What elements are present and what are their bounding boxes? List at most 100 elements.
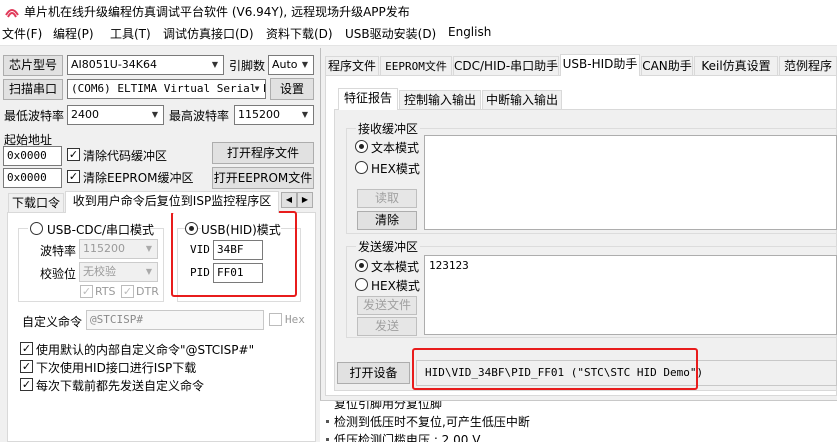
- send-hex-mode-label: HEX模式: [371, 279, 420, 293]
- send-file-button[interactable]: 发送文件: [357, 296, 417, 315]
- send-hex-mode-radio[interactable]: [355, 278, 368, 291]
- tab-can-helper[interactable]: CAN助手: [641, 56, 693, 76]
- highlight-box: [412, 348, 698, 390]
- custom-command-input[interactable]: @STCISP#: [86, 310, 264, 330]
- port-value: (COM6) ELTIMA Virtual Serial P: [71, 82, 266, 95]
- pin-count-label: 引脚数: [229, 59, 266, 73]
- panel-divider: [320, 48, 321, 442]
- tab-program-file[interactable]: 程序文件: [325, 56, 379, 76]
- use-default-command-checkbox[interactable]: ✓: [20, 342, 33, 355]
- pin-count-select[interactable]: Auto ▼: [268, 55, 314, 75]
- send-text-mode-label: 文本模式: [371, 260, 420, 274]
- use-hid-next-checkbox[interactable]: ✓: [20, 360, 33, 373]
- send-text-mode-radio[interactable]: [355, 259, 368, 272]
- max-baud-label: 最高波特率: [169, 109, 230, 123]
- hex-label: Hex: [285, 313, 305, 326]
- dtr-label: DTR: [136, 285, 159, 298]
- subtab-control-io[interactable]: 控制输入输出: [399, 90, 481, 110]
- chevron-down-icon: ▼: [145, 267, 153, 276]
- window-title: 单片机在线升级编程仿真调试平台软件 (V6.94Y), 远程现场升级APP发布: [24, 5, 410, 19]
- settings-button[interactable]: 设置: [270, 78, 314, 100]
- chip-model-select[interactable]: AI8051U-34K64 ▼: [67, 55, 224, 75]
- port-select[interactable]: (COM6) ELTIMA Virtual Serial P ▼: [67, 79, 266, 99]
- receive-buffer-textarea[interactable]: [424, 135, 837, 230]
- recv-text-mode-radio[interactable]: [355, 140, 368, 153]
- clear-code-checkbox[interactable]: ✓: [67, 148, 80, 161]
- tab-examples[interactable]: 范例程序: [779, 56, 837, 76]
- open-device-button[interactable]: 打开设备: [337, 362, 410, 384]
- tab-reset-to-isp[interactable]: 收到用户命令后复位到ISP监控程序区: [65, 191, 279, 213]
- clear-eeprom-checkbox[interactable]: ✓: [67, 170, 80, 183]
- dtr-checkbox[interactable]: ✓: [121, 285, 134, 298]
- menu-bar: 文件(F) 编程(P) 工具(T) 调试仿真接口(D) 资料下载(D) USB驱…: [0, 22, 837, 46]
- tab-download-password[interactable]: 下载口令: [8, 193, 64, 213]
- menu-tools[interactable]: 工具(T): [110, 25, 151, 42]
- baud-select[interactable]: 115200 ▼: [79, 239, 158, 259]
- max-baud-value: 115200: [238, 108, 280, 121]
- chevron-down-icon: ▼: [211, 60, 219, 69]
- menu-downloads[interactable]: 资料下载(D): [266, 25, 333, 42]
- menu-english[interactable]: English: [448, 25, 491, 39]
- parity-label: 校验位: [40, 267, 77, 281]
- log-line: 检测到低压时不复位,可产生低压中断: [334, 415, 530, 429]
- eeprom-address-input[interactable]: 0x0000: [3, 168, 62, 188]
- log-panel[interactable]: 复位引脚用分复位脚 检测到低压时不复位,可产生低压中断 低压检测门槛电压 : 2…: [320, 400, 837, 442]
- bullet-icon: [326, 420, 329, 423]
- tab-cdc-hid-serial[interactable]: CDC/HID-串口助手: [453, 56, 559, 76]
- open-program-file-button[interactable]: 打开程序文件: [212, 142, 314, 164]
- min-baud-select[interactable]: 2400 ▼: [67, 105, 164, 125]
- baud-value: 115200: [83, 242, 125, 255]
- menu-usb-driver[interactable]: USB驱动安装(D): [345, 25, 436, 42]
- tab-usb-hid-helper[interactable]: USB-HID助手: [560, 54, 640, 76]
- tab-scroll-right-icon[interactable]: ▶: [297, 192, 313, 208]
- recv-text-mode-label: 文本模式: [371, 141, 420, 155]
- scan-port-button[interactable]: 扫描串口: [3, 79, 63, 100]
- recv-hex-mode-radio[interactable]: [355, 161, 368, 174]
- min-baud-value: 2400: [71, 108, 99, 121]
- chevron-down-icon: ▼: [254, 84, 260, 93]
- send-before-download-label: 每次下载前都先发送自定义命令: [36, 379, 205, 393]
- recv-hex-mode-label: HEX模式: [371, 162, 420, 176]
- parity-value: 无校验: [83, 265, 116, 278]
- custom-command-label: 自定义命令: [22, 315, 83, 329]
- rts-label: RTS: [95, 285, 116, 298]
- code-address-input[interactable]: 0x0000: [3, 146, 62, 166]
- send-buffer-textarea[interactable]: 123123: [424, 255, 837, 335]
- open-eeprom-file-button[interactable]: 打开EEPROM文件: [212, 167, 314, 189]
- pin-count-value: Auto: [272, 58, 298, 71]
- read-button[interactable]: 读取: [357, 189, 417, 208]
- chip-model-value: AI8051U-34K64: [71, 58, 157, 71]
- parity-select[interactable]: 无校验 ▼: [79, 262, 158, 282]
- use-hid-next-label: 下次使用HID接口进行ISP下载: [36, 361, 197, 375]
- chevron-down-icon: ▼: [301, 60, 309, 69]
- chevron-down-icon: ▼: [151, 110, 159, 119]
- usb-cdc-label: USB-CDC/串口模式: [47, 223, 155, 237]
- subtab-feature-report[interactable]: 特征报告: [338, 88, 398, 110]
- tab-scroll-left-icon[interactable]: ◀: [281, 192, 297, 208]
- usb-cdc-radio[interactable]: [30, 222, 43, 235]
- clear-code-label: 清除代码缓冲区: [83, 149, 168, 163]
- chevron-down-icon: ▼: [145, 244, 153, 253]
- hex-checkbox[interactable]: [269, 313, 282, 326]
- send-buffer-title: 发送缓冲区: [356, 238, 421, 255]
- subtab-interrupt-io[interactable]: 中断输入输出: [482, 90, 562, 110]
- send-before-download-checkbox[interactable]: ✓: [20, 378, 33, 391]
- log-line: 复位引脚用分复位脚: [334, 400, 443, 411]
- menu-program[interactable]: 编程(P): [53, 25, 94, 42]
- clear-button[interactable]: 清除: [357, 211, 417, 230]
- menu-file[interactable]: 文件(F): [2, 25, 42, 42]
- min-baud-label: 最低波特率: [4, 109, 65, 123]
- use-default-command-label: 使用默认的内部自定义命令"@STCISP#": [36, 343, 255, 357]
- max-baud-select[interactable]: 115200 ▼: [234, 105, 314, 125]
- rts-checkbox[interactable]: ✓: [80, 285, 93, 298]
- title-bar: 单片机在线升级编程仿真调试平台软件 (V6.94Y), 远程现场升级APP发布: [0, 0, 837, 22]
- chip-model-label[interactable]: 芯片型号: [3, 55, 63, 76]
- menu-debug[interactable]: 调试仿真接口(D): [163, 25, 254, 42]
- tab-keil-sim-settings[interactable]: Keil仿真设置: [694, 56, 778, 76]
- tab-eeprom-file[interactable]: EEPROM文件: [380, 56, 452, 76]
- bullet-icon: [326, 438, 329, 441]
- log-line: 低压检测门槛电压 : 2.00 V: [334, 433, 481, 442]
- send-button[interactable]: 发送: [357, 317, 417, 336]
- baud-label: 波特率: [40, 244, 77, 258]
- receive-buffer-title: 接收缓冲区: [356, 120, 421, 137]
